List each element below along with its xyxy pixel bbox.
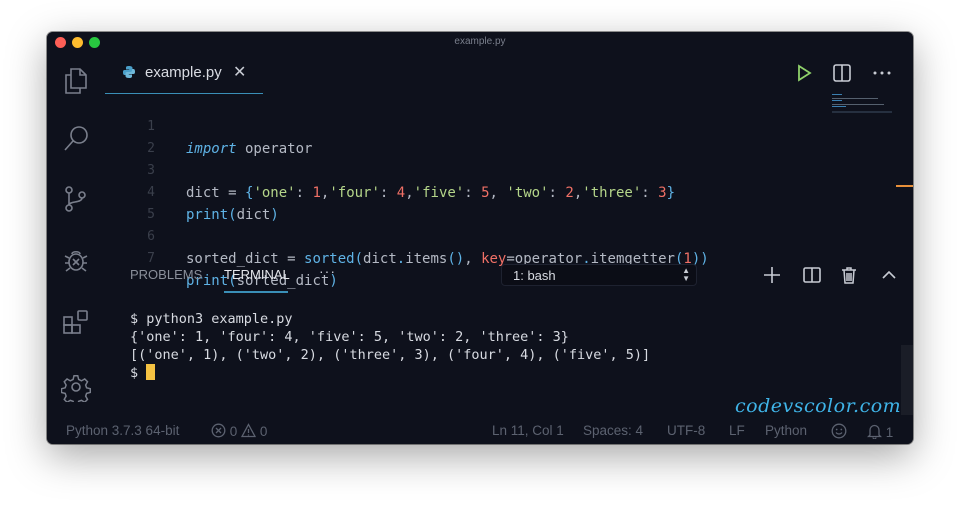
run-icon[interactable] — [793, 62, 815, 84]
encoding[interactable]: UTF-8 — [667, 423, 705, 438]
terminal-prompt-line: $ — [130, 364, 650, 382]
code-line: 5 — [105, 182, 156, 222]
code-line: 7 print(sorted_dict) — [105, 226, 338, 289]
problems-status[interactable]: 0 0 — [211, 423, 267, 439]
terminal-line: [('one', 1), ('two', 2), ('three', 3), (… — [130, 347, 651, 363]
tab-terminal[interactable]: TERMINAL — [224, 267, 290, 282]
code-line: 4 print(dict) — [105, 160, 279, 223]
error-icon — [211, 423, 226, 438]
panel-more-icon[interactable]: ··· — [319, 263, 336, 279]
code-text: print(dict) — [186, 207, 279, 223]
split-editor-icon[interactable] — [831, 62, 853, 84]
indentation[interactable]: Spaces: 4 — [583, 423, 643, 438]
new-terminal-icon[interactable] — [761, 264, 783, 286]
bottom-panel: PROBLEMS TERMINAL ··· 1: bash ▲ ▼ $ pytho… — [105, 257, 913, 417]
terminal-line: $ python3 example.py — [130, 311, 293, 327]
settings-gear-icon[interactable] — [60, 372, 92, 406]
kill-terminal-icon[interactable] — [838, 264, 860, 286]
active-tab-indicator — [224, 291, 288, 293]
search-icon[interactable] — [61, 124, 91, 154]
language-mode[interactable]: Python — [765, 423, 807, 438]
terminal-line: {'one': 1, 'four': 4, 'five': 5, 'two': … — [130, 329, 569, 345]
terminal-prompt: $ — [130, 365, 147, 381]
code-line: 6 sorted_dict = sorted(dict.items(), key… — [105, 204, 709, 267]
terminal-select-value: 1: bash — [513, 268, 556, 283]
cursor-position[interactable]: Ln 11, Col 1 — [492, 423, 564, 438]
bell-icon — [866, 424, 883, 440]
extensions-icon[interactable] — [61, 308, 91, 338]
minimap[interactable] — [832, 92, 894, 113]
terminal-cursor — [146, 364, 156, 380]
notifications[interactable]: 1 — [866, 423, 894, 440]
editor-tab-bar: example.py ✕ — [105, 52, 913, 94]
code-line: 1 import operator — [105, 94, 312, 157]
code-line: 3 dict = {'one': 1,'four': 4,'five': 5, … — [105, 138, 675, 201]
source-control-icon[interactable] — [61, 184, 91, 214]
status-bar: Python 3.7.3 64-bit 0 0 Ln 11, Col 1 Spa… — [47, 420, 913, 444]
error-count: 0 — [229, 424, 238, 439]
select-arrows-icon: ▲ ▼ — [682, 266, 690, 283]
end-of-line[interactable]: LF — [729, 423, 745, 438]
warning-icon — [240, 423, 257, 438]
watermark: codevscolor.com — [735, 395, 902, 417]
more-actions-icon[interactable] — [871, 62, 893, 84]
tab-example-py[interactable]: example.py ✕ — [105, 52, 263, 94]
maximize-panel-icon[interactable] — [878, 264, 900, 286]
code-text: import operator — [186, 141, 313, 157]
feedback-smiley-icon[interactable] — [831, 423, 847, 440]
tab-close-icon[interactable]: ✕ — [233, 62, 246, 82]
code-editor[interactable]: 1 import operator 2 3 dict = {'one': 1,'… — [105, 94, 913, 289]
terminal-scrollbar[interactable] — [901, 345, 913, 415]
python-icon — [123, 66, 135, 78]
explorer-icon[interactable] — [61, 66, 91, 96]
warning-count: 0 — [259, 424, 268, 439]
python-interpreter[interactable]: Python 3.7.3 64-bit — [66, 423, 179, 438]
terminal-select[interactable]: 1: bash ▲ ▼ — [501, 264, 697, 286]
tab-problems[interactable]: PROBLEMS — [130, 267, 202, 282]
code-text: dict = {'one': 1,'four': 4,'five': 5, 't… — [186, 185, 676, 201]
debug-icon[interactable] — [61, 245, 91, 275]
scrollbar-cursor-marker — [896, 185, 913, 187]
code-line: 2 — [105, 116, 156, 156]
tab-label: example.py — [145, 64, 222, 81]
terminal-output[interactable]: $ python3 example.py {'one': 1, 'four': … — [130, 310, 650, 382]
notification-count: 1 — [885, 425, 894, 440]
window-title: example.py — [454, 36, 506, 47]
split-terminal-icon[interactable] — [801, 264, 823, 286]
activity-bar — [47, 52, 105, 424]
title-bar: example.py — [47, 32, 913, 52]
vscode-window: example.py example.py ✕ 1 import operato… — [47, 32, 913, 444]
